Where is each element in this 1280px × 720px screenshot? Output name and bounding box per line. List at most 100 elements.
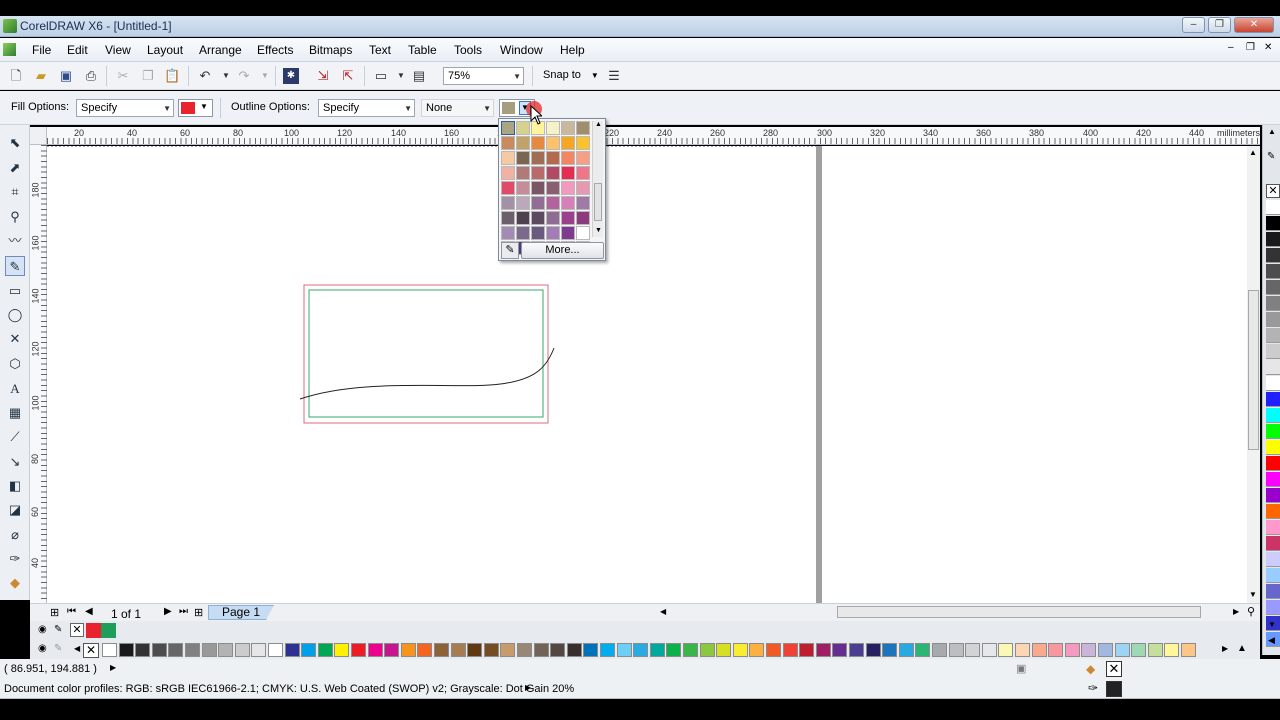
popup-scroll-up-icon[interactable]: ▲	[595, 121, 602, 128]
popup-color-cell[interactable]	[531, 181, 545, 195]
snap-to-button[interactable]: Snap to ▼	[543, 69, 599, 81]
doc-close-button[interactable]: ✕	[1264, 42, 1272, 53]
popup-color-cell[interactable]	[501, 151, 515, 165]
right-palette-swatch[interactable]	[1266, 360, 1280, 375]
status-fill-icon[interactable]: ◆	[1086, 662, 1095, 676]
profiles-expand-icon[interactable]: ▶	[525, 683, 531, 692]
menu-view[interactable]: View	[105, 43, 131, 57]
palette-swatch[interactable]	[334, 643, 350, 657]
doc-color-swatch[interactable]	[101, 623, 116, 638]
palette-swatch[interactable]	[268, 643, 283, 657]
popup-color-cell[interactable]	[516, 136, 530, 150]
application-launcher-icon[interactable]: ▭	[373, 68, 389, 84]
popup-color-cell[interactable]	[516, 196, 530, 210]
shape-tool-icon[interactable]: ⬈	[5, 158, 25, 178]
palette-swatch[interactable]	[965, 643, 981, 657]
palette-scroll-left-icon[interactable]: ◀	[74, 644, 80, 653]
popup-color-cell[interactable]	[576, 211, 590, 225]
menu-help[interactable]: Help	[560, 43, 585, 57]
palette-no-color-swatch[interactable]: ✕	[83, 643, 99, 658]
palette-swatch[interactable]	[699, 643, 715, 657]
right-palette-swatch[interactable]	[1266, 504, 1280, 519]
menu-file[interactable]: File	[32, 43, 51, 57]
popup-scroll-thumb[interactable]	[594, 183, 602, 221]
scroll-thumb-horizontal[interactable]	[837, 606, 1201, 618]
palette-swatch[interactable]	[766, 643, 781, 657]
popup-color-cell[interactable]	[501, 196, 515, 210]
palette-swatch[interactable]	[799, 643, 815, 657]
palette-swatch[interactable]	[301, 643, 317, 657]
vertical-scrollbar[interactable]: ▲ ▼	[1247, 146, 1260, 603]
right-palette-swatch[interactable]	[1266, 264, 1280, 279]
popup-color-cell[interactable]	[501, 226, 515, 240]
popup-color-cell[interactable]	[546, 151, 560, 165]
right-palette-swatch[interactable]	[1266, 328, 1280, 343]
right-palette-swatch[interactable]	[1266, 424, 1280, 439]
menu-tools[interactable]: Tools	[454, 43, 482, 57]
next-page-icon[interactable]: ▶	[164, 606, 172, 617]
eyedropper-tool-icon[interactable]: ⌀	[5, 525, 25, 545]
palette-swatch[interactable]	[151, 643, 167, 657]
popup-color-cell[interactable]	[576, 151, 590, 165]
scroll-up-icon[interactable]: ▲	[1249, 148, 1257, 157]
right-palette-swatch[interactable]	[1266, 248, 1280, 263]
popup-color-cell[interactable]	[501, 136, 515, 150]
palette-swatch[interactable]	[898, 643, 914, 657]
palette-swatch[interactable]	[666, 643, 682, 657]
status-fill-swatch[interactable]: ✕	[1106, 661, 1122, 677]
popup-color-cell[interactable]	[501, 211, 515, 225]
palette-swatch[interactable]	[1048, 643, 1064, 657]
palette-swatch[interactable]	[234, 643, 250, 657]
palette-swatch[interactable]	[384, 643, 400, 657]
right-palette-swatch[interactable]	[1266, 520, 1280, 535]
right-palette-up-icon[interactable]: ▲	[1268, 127, 1276, 136]
palette-swatch[interactable]	[915, 643, 931, 657]
right-palette-swatch[interactable]	[1266, 232, 1280, 247]
right-palette-swatch[interactable]	[1266, 440, 1280, 455]
menu-text[interactable]: Text	[369, 43, 391, 57]
palette-swatch[interactable]	[782, 643, 798, 657]
save-icon[interactable]: ▣	[58, 68, 74, 84]
doc-palette-eyedropper-icon[interactable]: ✎	[54, 624, 62, 635]
palette-swatch[interactable]	[317, 643, 333, 657]
freehand-tool-icon[interactable]: 〰	[5, 231, 25, 251]
undo-dropdown-icon[interactable]: ▼	[218, 68, 234, 84]
popup-color-cell[interactable]	[516, 121, 530, 135]
palette-swatch[interactable]	[998, 643, 1014, 657]
menu-arrange[interactable]: Arrange	[199, 43, 242, 57]
palette-swatch[interactable]	[633, 643, 649, 657]
popup-color-cell[interactable]	[546, 121, 560, 135]
palette-swatch[interactable]	[981, 643, 997, 657]
popup-color-cell[interactable]	[561, 211, 575, 225]
right-palette-no-color-swatch[interactable]: ✕	[1266, 184, 1280, 198]
popup-color-cell[interactable]	[501, 166, 515, 180]
first-page-icon[interactable]: ⏮	[67, 606, 76, 617]
redo-icon[interactable]: ↷	[236, 68, 252, 84]
outline-width-combo[interactable]: None ▼	[421, 99, 494, 117]
smart-drawing-tool-icon[interactable]: ✎	[5, 256, 25, 276]
popup-scrollbar[interactable]: ▲ ▼	[592, 121, 603, 237]
h-scroll-left-icon[interactable]: ◀	[660, 607, 666, 616]
palette-swatch[interactable]	[483, 643, 499, 657]
menu-table[interactable]: Table	[408, 43, 437, 57]
right-palette-expand-icon[interactable]: ◀	[1268, 635, 1275, 646]
palette-swatch[interactable]	[683, 643, 698, 657]
right-palette-swatch[interactable]	[1266, 584, 1280, 599]
copy-icon[interactable]: ❐	[140, 68, 156, 84]
cut-icon[interactable]: ✂	[115, 68, 131, 84]
popup-color-cell[interactable]	[576, 136, 590, 150]
doc-restore-button[interactable]: ❐	[1246, 42, 1255, 53]
menu-effects[interactable]: Effects	[257, 43, 293, 57]
palette-swatch[interactable]	[102, 643, 117, 657]
print-icon[interactable]: ⎙	[83, 68, 99, 84]
palette-swatch[interactable]	[932, 643, 947, 657]
polygon-tool-icon[interactable]: ✕	[5, 329, 25, 349]
color-profiles-text[interactable]: Document color profiles: RGB: sRGB IEC61…	[4, 683, 574, 695]
page-tab[interactable]: Page 1	[208, 605, 274, 620]
popup-color-cell[interactable]	[561, 121, 575, 135]
popup-color-cell[interactable]	[516, 211, 530, 225]
menu-window[interactable]: Window	[500, 43, 543, 57]
palette-swatch[interactable]	[450, 643, 466, 657]
palette-scroll-right-icon[interactable]: ▶	[1222, 644, 1228, 653]
right-palette-swatch[interactable]	[1266, 552, 1280, 567]
